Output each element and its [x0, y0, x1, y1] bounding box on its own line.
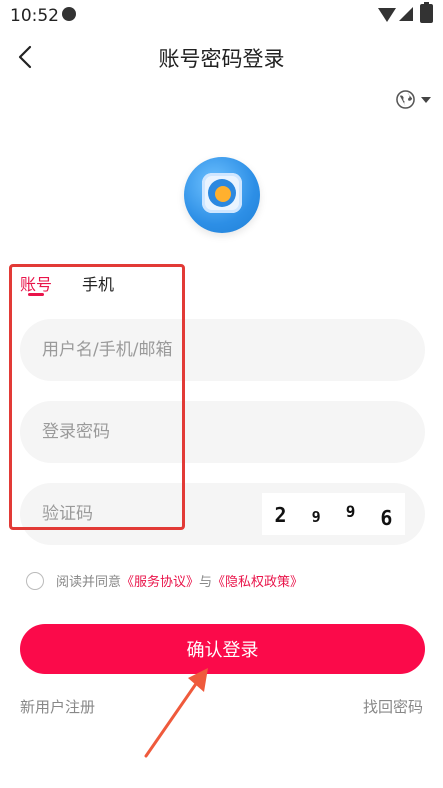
login-page: 10:52 账号密码登录 账号 手机 用户名/手机/邮箱 验证码 2 9 9 6…: [0, 0, 443, 788]
captcha-digit: 9: [311, 508, 321, 526]
captcha-digit: 2: [274, 503, 287, 527]
captcha-image[interactable]: 2 9 9 6: [262, 493, 405, 535]
page-title: 账号密码登录: [158, 47, 285, 71]
agree-checkbox[interactable]: [26, 571, 44, 590]
notification-icon: [62, 7, 76, 21]
status-time: 10:52: [10, 6, 59, 26]
register-link[interactable]: 新用户注册: [20, 696, 95, 717]
logo-inner: [202, 173, 242, 213]
status-icons: [378, 2, 433, 23]
agreement-conjunction: 与: [199, 575, 213, 590]
signal-icon: [399, 6, 413, 21]
language-selector[interactable]: [396, 90, 431, 109]
agreement-row: 阅读并同意 《服务协议》 与 《隐私权政策》: [26, 571, 303, 590]
agreement-prefix: 阅读并同意: [56, 575, 122, 590]
wifi-icon: [378, 7, 396, 22]
status-bar: 10:52: [0, 0, 443, 32]
caret-down-icon: [421, 96, 431, 103]
privacy-policy-link[interactable]: 《隐私权政策》: [212, 571, 303, 590]
logo-dot: [215, 186, 231, 202]
forgot-password-link[interactable]: 找回密码: [363, 696, 423, 717]
captcha-digit: 6: [380, 506, 393, 530]
globe-icon: [396, 90, 415, 109]
battery-icon: [420, 2, 433, 23]
app-logo: [184, 157, 260, 233]
annotation-highlight-box: [9, 264, 185, 530]
confirm-login-button[interactable]: 确认登录: [20, 624, 425, 674]
captcha-digit: 9: [345, 501, 356, 521]
service-agreement-link[interactable]: 《服务协议》: [121, 571, 199, 590]
annotation-arrow-icon: [144, 668, 208, 758]
